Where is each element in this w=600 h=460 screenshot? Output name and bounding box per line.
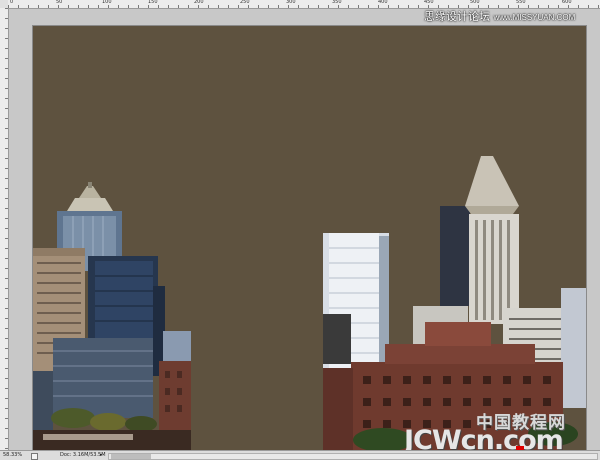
left-ruler[interactable] <box>0 8 9 450</box>
ruler-label: 450 <box>424 0 434 5</box>
ruler-label: 400 <box>378 0 388 5</box>
scrollbar-thumb[interactable] <box>111 454 151 459</box>
right-buildings <box>323 156 586 450</box>
document-canvas[interactable] <box>33 26 586 450</box>
ruler-label: 100 <box>102 0 112 5</box>
forum-watermark-title: 思缘设计论坛 www.MISSYUAN.COM <box>424 8 575 24</box>
city-skyline-image <box>33 156 586 450</box>
ruler-label: 500 <box>470 0 480 5</box>
ruler-label: 0 <box>10 0 14 5</box>
left-buildings <box>33 182 191 450</box>
ruler-label: 550 <box>516 0 526 5</box>
ruler-label: 350 <box>332 0 342 5</box>
site-watermark: 中国教程网 JCWcn.com <box>404 408 594 456</box>
ruler-label: 150 <box>148 0 158 5</box>
forum-url: www.MISSYUAN.COM <box>493 13 576 22</box>
ruler-label: 250 <box>240 0 250 5</box>
ruler-label: 300 <box>286 0 296 5</box>
ruler-label: 50 <box>56 0 63 5</box>
ruler-label: 200 <box>194 0 204 5</box>
forum-name: 思缘设计论坛 <box>424 10 490 23</box>
ruler-label: 600 <box>562 0 572 5</box>
document-workspace[interactable] <box>9 9 600 450</box>
